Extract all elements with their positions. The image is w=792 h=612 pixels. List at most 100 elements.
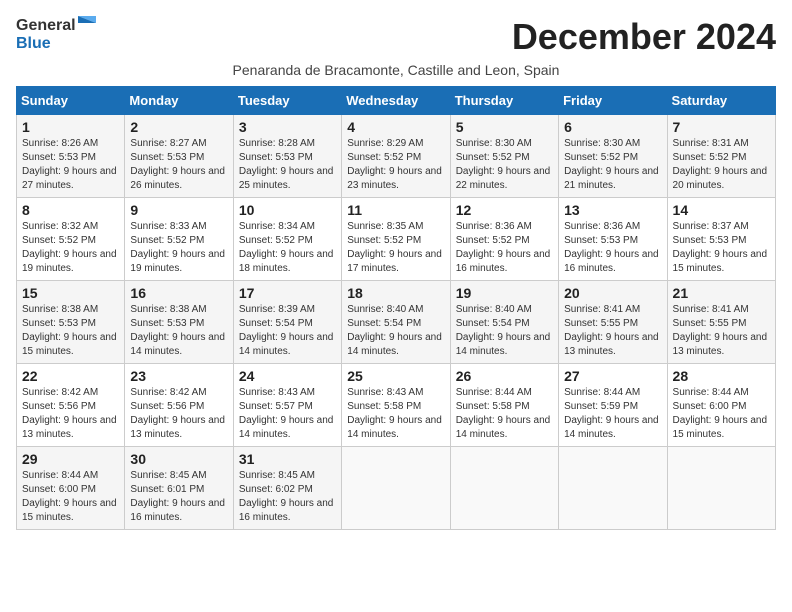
calendar-cell: 27 Sunrise: 8:44 AM Sunset: 5:59 PM Dayl… [559,364,667,447]
sunrise-label: Sunrise: 8:45 AM [239,470,315,481]
calendar-week-row: 22 Sunrise: 8:42 AM Sunset: 5:56 PM Dayl… [17,364,776,447]
day-info: Sunrise: 8:38 AM Sunset: 5:53 PM Dayligh… [130,303,227,359]
calendar-cell: 1 Sunrise: 8:26 AM Sunset: 5:53 PM Dayli… [17,115,125,198]
calendar-cell: 20 Sunrise: 8:41 AM Sunset: 5:55 PM Dayl… [559,281,667,364]
calendar-cell: 2 Sunrise: 8:27 AM Sunset: 5:53 PM Dayli… [125,115,233,198]
header-sunday: Sunday [17,87,125,115]
daylight-label: Daylight: 9 hours and 16 minutes. [564,249,659,274]
sunrise-label: Sunrise: 8:40 AM [347,304,423,315]
sunrise-label: Sunrise: 8:41 AM [564,304,640,315]
sunset-label: Sunset: 5:53 PM [22,152,96,163]
day-number: 4 [347,119,444,135]
day-number: 28 [673,368,770,384]
sunset-label: Sunset: 5:53 PM [130,318,204,329]
day-info: Sunrise: 8:39 AM Sunset: 5:54 PM Dayligh… [239,303,336,359]
calendar-cell: 23 Sunrise: 8:42 AM Sunset: 5:56 PM Dayl… [125,364,233,447]
sunrise-label: Sunrise: 8:38 AM [130,304,206,315]
sunrise-label: Sunrise: 8:28 AM [239,138,315,149]
calendar-cell: 21 Sunrise: 8:41 AM Sunset: 5:55 PM Dayl… [667,281,775,364]
calendar-cell: 6 Sunrise: 8:30 AM Sunset: 5:52 PM Dayli… [559,115,667,198]
daylight-label: Daylight: 9 hours and 14 minutes. [456,415,551,440]
sunset-label: Sunset: 5:56 PM [22,401,96,412]
daylight-label: Daylight: 9 hours and 18 minutes. [239,249,334,274]
calendar-week-row: 29 Sunrise: 8:44 AM Sunset: 6:00 PM Dayl… [17,447,776,530]
day-number: 22 [22,368,119,384]
calendar-cell: 16 Sunrise: 8:38 AM Sunset: 5:53 PM Dayl… [125,281,233,364]
header-thursday: Thursday [450,87,558,115]
calendar-cell: 9 Sunrise: 8:33 AM Sunset: 5:52 PM Dayli… [125,198,233,281]
day-info: Sunrise: 8:43 AM Sunset: 5:58 PM Dayligh… [347,386,444,442]
sunrise-label: Sunrise: 8:42 AM [130,387,206,398]
sunrise-label: Sunrise: 8:36 AM [456,221,532,232]
day-info: Sunrise: 8:29 AM Sunset: 5:52 PM Dayligh… [347,137,444,193]
calendar-cell: 15 Sunrise: 8:38 AM Sunset: 5:53 PM Dayl… [17,281,125,364]
day-info: Sunrise: 8:41 AM Sunset: 5:55 PM Dayligh… [673,303,770,359]
day-number: 9 [130,202,227,218]
sunrise-label: Sunrise: 8:30 AM [564,138,640,149]
day-info: Sunrise: 8:36 AM Sunset: 5:53 PM Dayligh… [564,220,661,276]
sunrise-label: Sunrise: 8:36 AM [564,221,640,232]
day-number: 14 [673,202,770,218]
day-info: Sunrise: 8:44 AM Sunset: 5:59 PM Dayligh… [564,386,661,442]
calendar-cell: 8 Sunrise: 8:32 AM Sunset: 5:52 PM Dayli… [17,198,125,281]
daylight-label: Daylight: 9 hours and 25 minutes. [239,166,334,191]
day-info: Sunrise: 8:43 AM Sunset: 5:57 PM Dayligh… [239,386,336,442]
day-info: Sunrise: 8:45 AM Sunset: 6:02 PM Dayligh… [239,469,336,525]
day-info: Sunrise: 8:28 AM Sunset: 5:53 PM Dayligh… [239,137,336,193]
calendar-cell [342,447,450,530]
day-number: 3 [239,119,336,135]
sunrise-label: Sunrise: 8:44 AM [22,470,98,481]
daylight-label: Daylight: 9 hours and 27 minutes. [22,166,117,191]
header-wednesday: Wednesday [342,87,450,115]
day-number: 24 [239,368,336,384]
day-number: 12 [456,202,553,218]
day-number: 13 [564,202,661,218]
day-info: Sunrise: 8:44 AM Sunset: 6:00 PM Dayligh… [22,469,119,525]
calendar-week-row: 15 Sunrise: 8:38 AM Sunset: 5:53 PM Dayl… [17,281,776,364]
sunset-label: Sunset: 5:56 PM [130,401,204,412]
calendar-cell: 29 Sunrise: 8:44 AM Sunset: 6:00 PM Dayl… [17,447,125,530]
daylight-label: Daylight: 9 hours and 16 minutes. [239,498,334,523]
daylight-label: Daylight: 9 hours and 13 minutes. [22,415,117,440]
sunset-label: Sunset: 5:58 PM [456,401,530,412]
daylight-label: Daylight: 9 hours and 15 minutes. [22,498,117,523]
sunset-label: Sunset: 6:00 PM [22,484,96,495]
day-info: Sunrise: 8:40 AM Sunset: 5:54 PM Dayligh… [347,303,444,359]
sunrise-label: Sunrise: 8:34 AM [239,221,315,232]
daylight-label: Daylight: 9 hours and 14 minutes. [239,332,334,357]
sunset-label: Sunset: 6:00 PM [673,401,747,412]
day-info: Sunrise: 8:34 AM Sunset: 5:52 PM Dayligh… [239,220,336,276]
day-number: 16 [130,285,227,301]
sunrise-label: Sunrise: 8:32 AM [22,221,98,232]
calendar-cell: 22 Sunrise: 8:42 AM Sunset: 5:56 PM Dayl… [17,364,125,447]
daylight-label: Daylight: 9 hours and 13 minutes. [130,415,225,440]
page-container: General Blue December 2024 Penaranda de … [16,16,776,530]
day-info: Sunrise: 8:37 AM Sunset: 5:53 PM Dayligh… [673,220,770,276]
sunrise-label: Sunrise: 8:41 AM [673,304,749,315]
sunrise-label: Sunrise: 8:44 AM [564,387,640,398]
day-number: 23 [130,368,227,384]
sunrise-label: Sunrise: 8:44 AM [456,387,532,398]
day-info: Sunrise: 8:33 AM Sunset: 5:52 PM Dayligh… [130,220,227,276]
sunset-label: Sunset: 5:57 PM [239,401,313,412]
day-number: 26 [456,368,553,384]
day-number: 15 [22,285,119,301]
daylight-label: Daylight: 9 hours and 23 minutes. [347,166,442,191]
daylight-label: Daylight: 9 hours and 15 minutes. [673,415,768,440]
daylight-label: Daylight: 9 hours and 14 minutes. [239,415,334,440]
sunset-label: Sunset: 5:52 PM [456,235,530,246]
daylight-label: Daylight: 9 hours and 16 minutes. [456,249,551,274]
daylight-label: Daylight: 9 hours and 16 minutes. [130,498,225,523]
calendar-cell [559,447,667,530]
daylight-label: Daylight: 9 hours and 13 minutes. [673,332,768,357]
daylight-label: Daylight: 9 hours and 14 minutes. [564,415,659,440]
day-number: 6 [564,119,661,135]
sunset-label: Sunset: 5:53 PM [22,318,96,329]
logo: General Blue [16,16,96,52]
day-info: Sunrise: 8:36 AM Sunset: 5:52 PM Dayligh… [456,220,553,276]
sunset-label: Sunset: 5:52 PM [347,235,421,246]
sunrise-label: Sunrise: 8:35 AM [347,221,423,232]
calendar-cell: 13 Sunrise: 8:36 AM Sunset: 5:53 PM Dayl… [559,198,667,281]
sunset-label: Sunset: 5:52 PM [673,152,747,163]
day-number: 27 [564,368,661,384]
